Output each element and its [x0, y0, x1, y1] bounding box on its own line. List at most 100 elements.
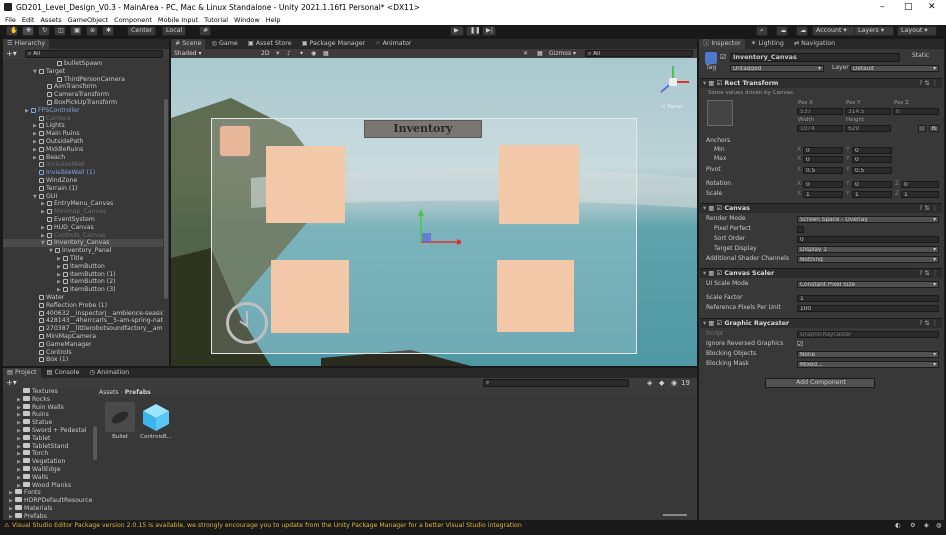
graphic-raycaster-header[interactable]: ▾ ▦ ☑ Graphic Raycaster ? ⇅ ⋮: [700, 318, 942, 328]
hierarchy-item[interactable]: ▼ Target: [3, 68, 163, 76]
rect-tool-icon[interactable]: ▣: [70, 26, 82, 36]
anchor-presets-icon[interactable]: [707, 100, 733, 126]
cloud-icon[interactable]: ☁: [796, 26, 808, 36]
shader-channels-dropdown[interactable]: Nothing ▾: [797, 256, 939, 263]
transform-tool-icon[interactable]: ⊕: [86, 26, 98, 36]
hierarchy-item[interactable]: ▶ Minimap_Canvas: [3, 208, 163, 216]
render-mode-dropdown[interactable]: Screen Space - Overlay ▾: [797, 216, 939, 223]
folder-scrollbar[interactable]: [93, 426, 97, 460]
step-button[interactable]: ▶|: [482, 26, 496, 36]
layer-dropdown[interactable]: Default ▾: [850, 65, 939, 72]
sort-order-field[interactable]: 0: [797, 236, 939, 243]
fold-arrow-icon[interactable]: ▾: [703, 270, 706, 277]
rotate-tool-icon[interactable]: ↻: [38, 26, 50, 36]
pivot-y-field[interactable]: 0.5: [852, 167, 892, 174]
scene-viewport[interactable]: Inventory < Persp: [171, 58, 697, 366]
hierarchy-item[interactable]: ▼ Inventory_Panel: [3, 247, 163, 255]
hierarchy-scrollbar[interactable]: [164, 99, 168, 299]
breadcrumb-assets[interactable]: Assets: [99, 389, 119, 396]
blueprint-mode-button[interactable]: [918, 125, 926, 132]
hierarchy-item[interactable]: WindZone: [3, 177, 163, 185]
rect-transform-header[interactable]: ▾ ▦ ☑ Rect Transform ? ⇅ ⋮: [700, 78, 942, 88]
pos-x-field[interactable]: 537: [797, 108, 843, 115]
pause-button[interactable]: ❚❚: [466, 26, 481, 36]
raw-edit-button[interactable]: R: [929, 125, 939, 132]
custom-tool-icon[interactable]: ✱: [102, 26, 114, 36]
hierarchy-search-input[interactable]: ⌕ All: [25, 50, 163, 58]
item-slot-1[interactable]: [266, 146, 345, 223]
rotation-x-field[interactable]: 0: [803, 181, 843, 188]
maximize-button[interactable]: □: [904, 2, 913, 12]
component-menu-icon[interactable]: ? ⇅ ⋮: [919, 204, 938, 213]
project-add-icon[interactable]: +▾: [6, 378, 17, 387]
folder-item[interactable]: ▶ Walls: [3, 473, 93, 482]
move-tool-icon[interactable]: ✥: [22, 26, 34, 36]
lighting-toggle-icon[interactable]: ☀: [275, 49, 280, 58]
script-field[interactable]: GraphicRaycaster: [797, 331, 939, 338]
hierarchy-item[interactable]: InvisibleWall: [3, 161, 163, 169]
tab-animation[interactable]: ◷ Animation: [85, 368, 133, 378]
enable-checkbox[interactable]: ☑: [717, 320, 723, 327]
scale-tool-icon[interactable]: ◫: [54, 26, 66, 36]
ignore-reversed-checkbox[interactable]: ☑: [797, 340, 803, 348]
hierarchy-item[interactable]: bulletSpawn: [3, 60, 163, 68]
scale-z-field[interactable]: 1: [901, 191, 939, 198]
object-name-field[interactable]: Inventory_Canvas: [730, 53, 900, 62]
scene-camera-icon[interactable]: ▦: [323, 49, 329, 58]
filter-icon[interactable]: ◈: [647, 379, 652, 387]
hierarchy-item[interactable]: 270387__littlerobotsoundfactory__ambienc…: [3, 325, 163, 333]
hierarchy-item[interactable]: ▶ OutsidePath: [3, 138, 163, 146]
folder-item[interactable]: ▶ Sword + Pedestal: [3, 427, 93, 435]
folder-item[interactable]: ▶ TabletStand: [3, 442, 93, 451]
target-display-dropdown[interactable]: Display 1 ▾: [797, 246, 939, 253]
move-gizmo-icon[interactable]: [401, 208, 461, 268]
space-toggle[interactable]: Local: [162, 26, 187, 36]
account-dropdown[interactable]: Account ▾: [812, 26, 856, 36]
menu-edit[interactable]: Edit: [22, 15, 35, 25]
hierarchy-item[interactable]: InvisibleWall (1): [3, 169, 163, 177]
hierarchy-item[interactable]: GameManager: [3, 341, 163, 349]
hierarchy-item[interactable]: ▶ MiddleRuins: [3, 146, 163, 154]
tab-console[interactable]: ▤ Console: [43, 368, 84, 378]
tab-hierarchy[interactable]: ☰ Hierarchy: [3, 39, 50, 49]
scale-y-field[interactable]: 1: [852, 191, 892, 198]
blocking-objects-dropdown[interactable]: None ▾: [797, 351, 939, 358]
folder-item[interactable]: ▶ Statue: [3, 419, 93, 427]
2d-toggle[interactable]: 2D: [261, 49, 269, 58]
cache-icon[interactable]: ◍: [936, 520, 941, 532]
hierarchy-item[interactable]: ▶ ItemButton: [3, 263, 163, 271]
folder-item[interactable]: ▶ Materials: [3, 505, 93, 513]
hierarchy-item[interactable]: ▼ GUI: [3, 193, 163, 201]
orientation-gizmo-icon[interactable]: [653, 62, 693, 102]
hierarchy-item[interactable]: 400632__inspectorj__ambience-seaside-wa: [3, 310, 163, 318]
pos-y-field[interactable]: 314.5: [845, 108, 891, 115]
visibility-icon[interactable]: ◉: [671, 379, 677, 387]
pivot-toggle[interactable]: Center: [127, 26, 157, 36]
hierarchy-item[interactable]: ▶ Controls_Canvas: [3, 232, 163, 240]
tab-project[interactable]: ▤ Project: [3, 368, 41, 378]
item-slot-2[interactable]: [499, 145, 579, 224]
active-checkbox[interactable]: ☑: [720, 53, 726, 61]
hierarchy-item[interactable]: ▶ ItemButton (3): [3, 286, 163, 294]
minimize-button[interactable]: –: [880, 2, 885, 12]
play-button[interactable]: ▶: [450, 26, 464, 36]
width-field[interactable]: 1074: [797, 125, 843, 132]
add-icon[interactable]: +▾: [6, 49, 17, 58]
folder-item[interactable]: ▶ HDRPDefaultResource: [3, 497, 93, 505]
hierarchy-item[interactable]: BoxPickUpTransform: [3, 99, 163, 107]
label-icon[interactable]: ◆: [659, 379, 664, 387]
hand-tool-icon[interactable]: ✋: [6, 26, 18, 36]
bullet-asset-thumb[interactable]: [105, 402, 135, 432]
anchor-max-y-field[interactable]: 0: [852, 156, 892, 163]
menu-gameobject[interactable]: GameObject: [68, 15, 109, 25]
enable-checkbox[interactable]: ☑: [717, 270, 723, 277]
hierarchy-item[interactable]: ▶ Beach: [3, 154, 163, 162]
hierarchy-item[interactable]: Camera: [3, 115, 163, 123]
folder-item[interactable]: ▶ Torch: [3, 450, 93, 458]
close-button[interactable]: ✕: [928, 2, 936, 12]
tab-navigation[interactable]: ⇄ Navigation: [790, 39, 839, 49]
tools-icon[interactable]: ✕: [523, 49, 528, 58]
scale-x-field[interactable]: 1: [803, 191, 843, 198]
tab-asset-store[interactable]: ▣ Asset Store: [244, 39, 296, 49]
persp-label[interactable]: < Persp: [661, 104, 682, 110]
